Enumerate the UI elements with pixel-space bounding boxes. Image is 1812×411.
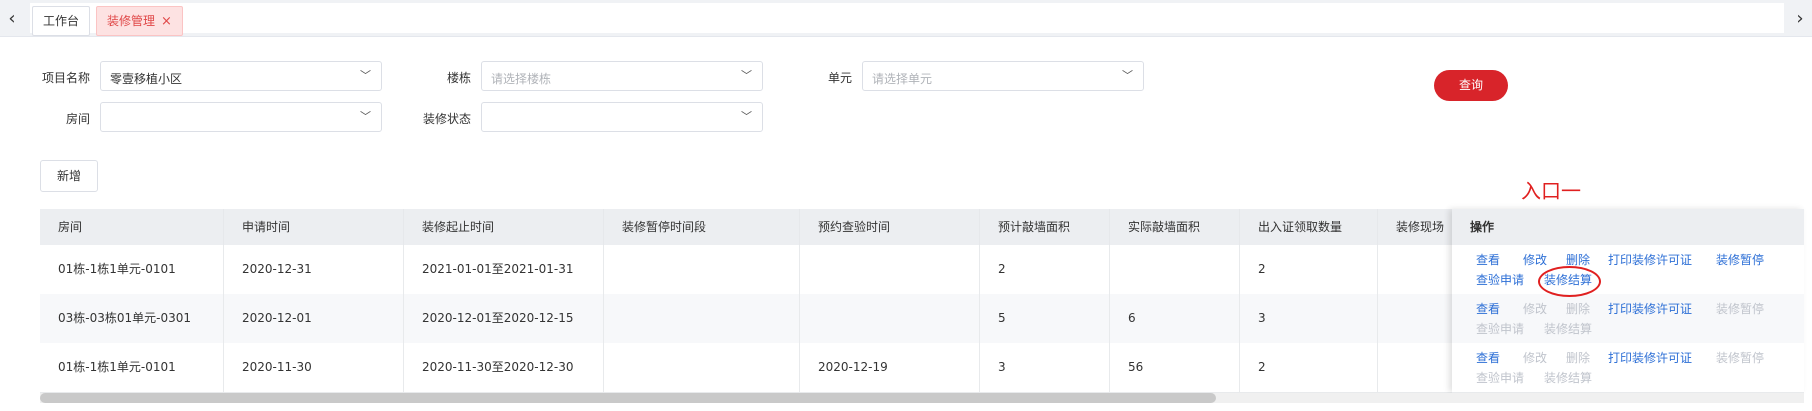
column-header: 装修起止时间 [404, 209, 604, 245]
pause-link: 装修暂停 [1716, 351, 1765, 365]
view-link[interactable]: 查看 [1476, 251, 1500, 268]
cell-inspect-time [800, 245, 980, 294]
status-label: 装修状态 [422, 112, 471, 126]
building-placeholder: 请选择楼栋 [491, 72, 552, 86]
status-select[interactable]: ﹀ [481, 102, 763, 132]
tab-bar: ‹ 工作台 装修管理 × › [0, 0, 1812, 37]
cell-room: 03栋-03栋01单元-0301 [40, 294, 224, 343]
view-link[interactable]: 查看 [1476, 300, 1500, 317]
edit-link: 修改 [1523, 351, 1548, 365]
chevron-right-icon[interactable]: › [1788, 0, 1812, 36]
unit-placeholder: 请选择单元 [872, 72, 933, 86]
cell-apply-time: 2020-12-31 [224, 245, 404, 294]
edit-link[interactable]: 修改 [1523, 251, 1547, 268]
cell-pause [604, 343, 800, 392]
cell-period: 2021-01-01至2021-01-31 [404, 245, 604, 294]
room-select[interactable]: ﹀ [100, 102, 382, 132]
ops-cell: 查看 修改 删除 打印装修许可证 装修暂停 查验申请 装修结算 [1452, 245, 1804, 295]
delete-link: 删除 [1566, 351, 1591, 365]
room-label: 房间 [65, 112, 90, 126]
scrollbar-thumb[interactable] [40, 393, 1216, 403]
project-select-value: 零壹移植小区 [110, 72, 183, 86]
unit-select[interactable]: 请选择单元 ﹀ [862, 61, 1144, 91]
cell-actual-area [1110, 245, 1240, 294]
cell-actual-area: 56 [1110, 343, 1240, 392]
project-select[interactable]: 零壹移植小区 ﹀ [100, 61, 382, 91]
building-select[interactable]: 请选择楼栋 ﹀ [481, 61, 763, 91]
settle-link: 装修结算 [1544, 371, 1593, 385]
column-header: 房间 [40, 209, 224, 245]
close-icon[interactable]: × [161, 14, 172, 29]
ops-header: 操作 [1452, 209, 1804, 245]
cell-pass-count: 2 [1240, 245, 1378, 294]
cell-est-area: 2 [980, 245, 1110, 294]
cell-room: 01栋-1栋1单元-0101 [40, 245, 224, 294]
cell-pause [604, 294, 800, 343]
tab-strip: 工作台 装修管理 × [30, 3, 1784, 36]
project-label: 项目名称 [41, 71, 90, 85]
delete-link: 删除 [1566, 302, 1591, 316]
inspect-apply-link: 查验申请 [1476, 371, 1525, 385]
edit-link: 修改 [1523, 302, 1548, 316]
tab-renovation-label: 装修管理 [107, 14, 156, 28]
view-link[interactable]: 查看 [1476, 349, 1500, 366]
chevron-down-icon: ﹀ [741, 69, 752, 82]
inspect-apply-link: 查验申请 [1476, 322, 1525, 336]
settle-link: 装修结算 [1544, 322, 1593, 336]
cell-inspect-time: 2020-12-19 [800, 343, 980, 392]
cell-pause [604, 245, 800, 294]
inspect-apply-link[interactable]: 查验申请 [1476, 271, 1524, 288]
operations-column: 操作 查看 修改 删除 打印装修许可证 装修暂停 查验申请 装修结算 查看 修改… [1452, 209, 1804, 393]
column-header: 预计敲墙面积 [980, 209, 1110, 245]
print-permit-link[interactable]: 打印装修许可证 [1608, 251, 1692, 268]
highlight-circle [1538, 266, 1601, 297]
chevron-left-icon[interactable]: ‹ [0, 0, 24, 36]
cell-apply-time: 2020-11-30 [224, 343, 404, 392]
tab-renovation-management[interactable]: 装修管理 × [96, 6, 183, 36]
cell-room: 01栋-1栋1单元-0101 [40, 343, 224, 392]
column-header: 实际敲墙面积 [1110, 209, 1240, 245]
ops-cell: 查看 修改 删除 打印装修许可证 装修暂停 查验申请 装修结算 [1452, 343, 1804, 393]
tab-workbench-label: 工作台 [43, 14, 80, 28]
building-label: 楼栋 [446, 71, 471, 85]
query-button[interactable]: 查询 [1434, 70, 1508, 101]
annotation-label: 入口一 [1521, 179, 1581, 203]
cell-pass-count: 3 [1240, 294, 1378, 343]
cell-inspect-time [800, 294, 980, 343]
print-permit-link[interactable]: 打印装修许可证 [1608, 300, 1692, 317]
add-button[interactable]: 新增 [40, 160, 98, 192]
ops-cell: 查看 修改 删除 打印装修许可证 装修暂停 查验申请 装修结算 [1452, 294, 1804, 344]
cell-est-area: 5 [980, 294, 1110, 343]
cell-apply-time: 2020-12-01 [224, 294, 404, 343]
chevron-down-icon: ﹀ [1122, 69, 1133, 82]
cell-pass-count: 2 [1240, 343, 1378, 392]
pause-link: 装修暂停 [1716, 302, 1765, 316]
tab-workbench[interactable]: 工作台 [32, 6, 91, 36]
cell-est-area: 3 [980, 343, 1110, 392]
pause-link[interactable]: 装修暂停 [1716, 251, 1764, 268]
chevron-down-icon: ﹀ [360, 69, 371, 82]
column-header: 预约查验时间 [800, 209, 980, 245]
unit-label: 单元 [827, 71, 852, 85]
column-header: 装修暂停时间段 [604, 209, 800, 245]
chevron-down-icon: ﹀ [741, 110, 752, 123]
column-header: 申请时间 [224, 209, 404, 245]
cell-actual-area: 6 [1110, 294, 1240, 343]
column-header: 出入证领取数量 [1240, 209, 1378, 245]
cell-period: 2020-11-30至2020-12-30 [404, 343, 604, 392]
chevron-down-icon: ﹀ [360, 110, 371, 123]
horizontal-scrollbar[interactable] [40, 393, 1804, 403]
print-permit-link[interactable]: 打印装修许可证 [1608, 349, 1692, 366]
cell-period: 2020-12-01至2020-12-15 [404, 294, 604, 343]
